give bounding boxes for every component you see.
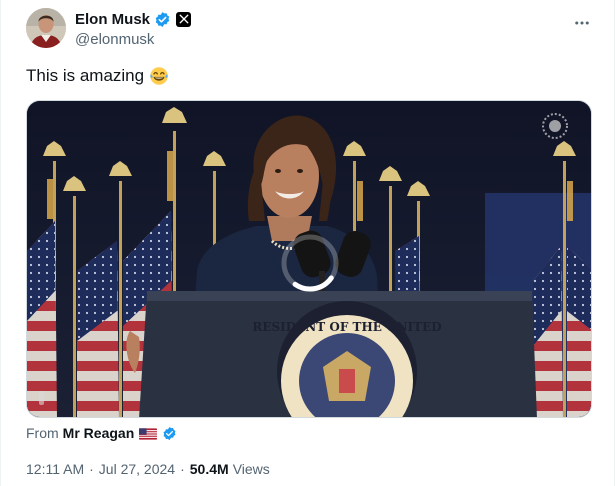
verified-icon[interactable] [162,426,177,441]
avatar[interactable] [26,8,66,48]
more-options-button[interactable] [571,12,593,34]
more-horizontal-icon [575,21,589,25]
face-with-tears-of-joy-icon [149,66,169,86]
tweet-text-content: This is amazing [26,66,145,85]
tweet-author: Elon Musk @elonmusk [75,10,192,48]
us-flag-icon [139,427,158,440]
tweet-card: Elon Musk @elonmusk This is amazing RESI… [0,0,615,486]
tweet-time[interactable]: 12:11 AM [26,461,84,477]
tweet-date[interactable]: Jul 27, 2024 [99,461,175,477]
podium: RESIDENT OF THE UNITED [139,291,537,417]
tweet-meta: 12:11 AM · Jul 27, 2024 · 50.4M Views [26,461,270,477]
video-attribution: From Mr Reagan [26,425,177,441]
tweet-text: This is amazing [26,66,169,86]
seal-text: RESIDENT OF THE UNITED [252,320,441,334]
author-handle[interactable]: @elonmusk [75,31,191,48]
loading-spinner-icon [279,232,341,294]
meta-separator: · [180,461,185,477]
views-count[interactable]: 50.4M [190,461,229,477]
views-label: Views [232,461,270,477]
tweet-video[interactable]: RESIDENT OF THE UNITED [26,100,592,418]
verified-icon[interactable] [154,11,171,28]
attribution-name[interactable]: Mr Reagan [63,425,135,441]
attribution-prefix: From [26,425,59,441]
x-logo-icon [176,11,192,27]
author-name-row: Elon Musk [75,10,192,28]
author-name[interactable]: Elon Musk [75,11,150,28]
meta-separator: · [89,461,94,477]
